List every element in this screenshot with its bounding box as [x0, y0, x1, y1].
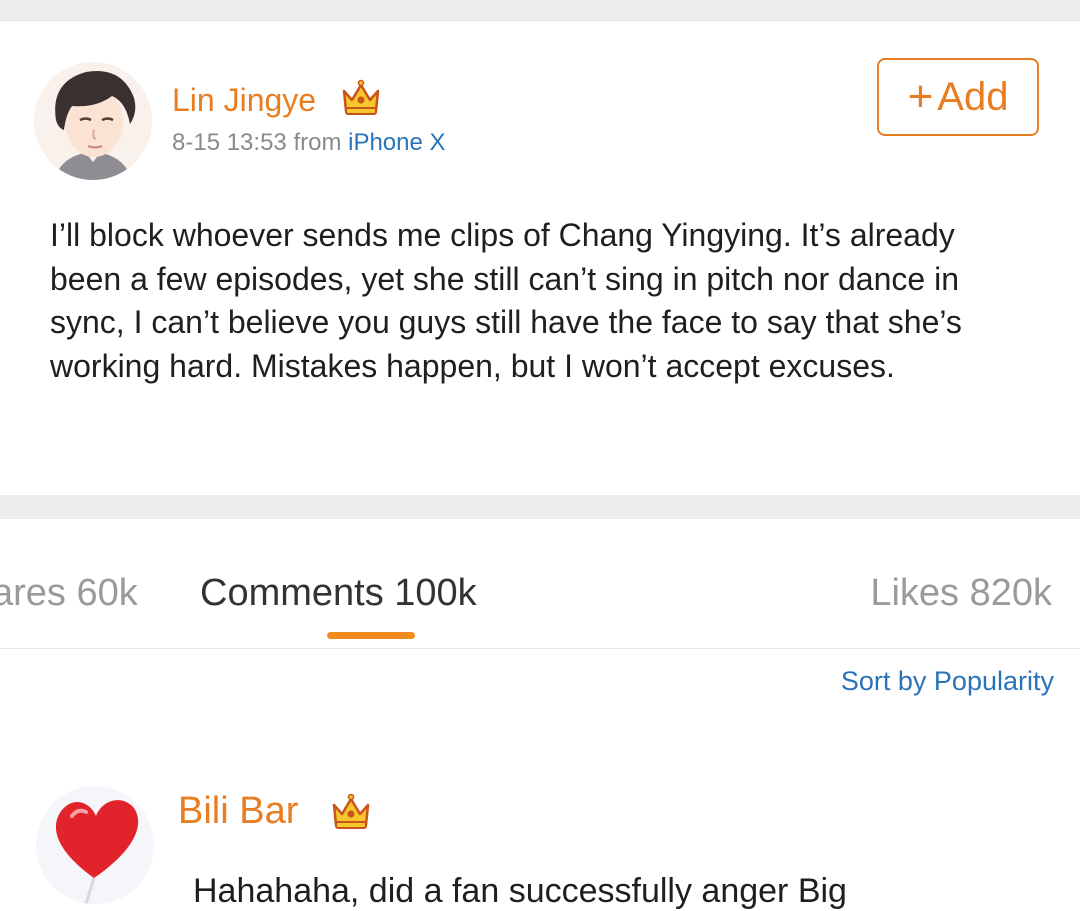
- post-from-label: from: [293, 129, 342, 156]
- post-meta: 8-15 13:53 from iPhone X: [172, 129, 446, 157]
- author-avatar[interactable]: [34, 62, 152, 180]
- sort-by-popularity-button[interactable]: Sort by Popularity: [841, 666, 1054, 697]
- heart-balloon-icon: [36, 786, 154, 904]
- section-separator: [0, 495, 1080, 519]
- add-follow-button[interactable]: + Add: [877, 58, 1039, 136]
- tabs-divider: [0, 648, 1080, 649]
- tab-likes[interactable]: Likes 820k: [870, 572, 1052, 615]
- post-device-link[interactable]: iPhone X: [348, 129, 445, 156]
- post-date: 8-15 13:53: [172, 129, 287, 156]
- add-button-label: Add: [937, 74, 1009, 119]
- comment-text: Hahahaha, did a fan successfully anger B…: [193, 872, 847, 910]
- active-tab-indicator: [327, 632, 415, 639]
- post-body: I’ll block whoever sends me clips of Cha…: [50, 217, 962, 384]
- comment-author-name[interactable]: Bili Bar: [178, 790, 298, 833]
- crown-icon: [330, 792, 372, 832]
- avatar-illustration: [34, 62, 152, 180]
- comment-author-avatar[interactable]: [36, 786, 154, 904]
- author-name[interactable]: Lin Jingye: [172, 82, 316, 119]
- plus-icon: +: [907, 72, 934, 121]
- crown-icon: [340, 78, 382, 118]
- top-separator: [0, 0, 1080, 21]
- tab-comments[interactable]: Comments 100k: [200, 572, 477, 615]
- tab-shares[interactable]: ares 60k: [0, 572, 138, 615]
